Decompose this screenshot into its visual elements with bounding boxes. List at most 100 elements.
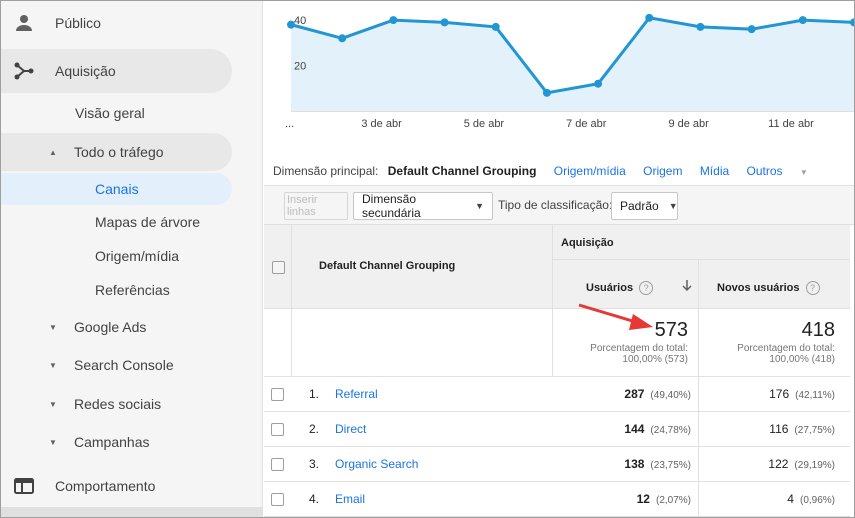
data-point[interactable] — [747, 25, 756, 34]
new-users-header: Novos usuários? — [717, 281, 820, 295]
sidebar-item-google-ads[interactable]: ▼ Google Ads — [1, 307, 263, 347]
triangle-down-icon: ▼ — [49, 437, 57, 447]
sidebar-item-label: Comportamento — [55, 478, 156, 494]
sidebar-item-campanhas[interactable]: ▼ Campanhas — [1, 422, 263, 462]
new-users-value: 122 (29,19%) — [768, 457, 835, 471]
sidebar-item-label: Aquisição — [55, 63, 116, 79]
header-checkbox-cell — [264, 225, 292, 309]
sidebar-item-comportamento[interactable]: Comportamento — [1, 466, 263, 506]
data-point[interactable] — [389, 16, 398, 25]
dimension-outros-dropdown[interactable]: Outros ▼ — [747, 164, 822, 178]
x-tick-label: ... — [285, 118, 294, 130]
data-point[interactable] — [542, 88, 551, 97]
data-point[interactable] — [338, 34, 347, 43]
dimension-header-cell: Default Channel Grouping — [292, 225, 553, 309]
data-point[interactable] — [287, 20, 295, 29]
data-point[interactable] — [440, 18, 449, 27]
sidebar-scroll-edge — [1, 507, 263, 517]
sidebar-item-redes-sociais[interactable]: ▼ Redes sociais — [1, 384, 263, 424]
x-tick-label: 11 de abr — [768, 118, 814, 130]
sidebar-item-todo-trafego[interactable]: ▲ Todo o tráfego — [1, 133, 232, 171]
line-chart: 40 20... 3 de abr 5 de abr 7 de abr 9 de abr 1… — [264, 1, 854, 151]
secondary-dimension-select[interactable]: Dimensão secundária ▼ — [353, 192, 493, 220]
new-users-number: 122 — [768, 457, 789, 471]
caret-down-icon: ▼ — [668, 201, 678, 211]
users-percent: (2,07%) — [655, 495, 691, 506]
row-checkbox[interactable] — [271, 423, 284, 436]
sidebar-item-referencias[interactable]: Referências — [1, 270, 263, 310]
new-users-value: 4 (0,96%) — [787, 492, 835, 506]
sort-type-select[interactable]: Padrão ▼ — [611, 192, 678, 220]
sidebar-item-canais[interactable]: Canais — [1, 173, 232, 205]
users-percent: (24,78%) — [650, 425, 691, 436]
new-users-value: 176 (42,11%) — [769, 387, 835, 401]
row-checkbox[interactable] — [271, 458, 284, 471]
triangle-down-icon: ▼ — [49, 399, 57, 409]
help-icon[interactable]: ? — [639, 281, 654, 295]
row-checkbox[interactable] — [271, 388, 284, 401]
channel-link[interactable]: Direct — [335, 422, 366, 436]
select-all-checkbox[interactable] — [272, 261, 285, 274]
table-row: 3. Organic Search 138 (23,75%) 122 (29,19%… — [264, 447, 854, 482]
help-icon[interactable]: ? — [805, 281, 820, 295]
data-point[interactable] — [645, 13, 654, 22]
sidebar-item-label: Visão geral — [75, 105, 145, 121]
vertical-scrollbar[interactable] — [850, 225, 854, 517]
table-row: 4. Email 12 (2,07%) 4 (0,96%) — [264, 482, 854, 517]
dimension-default-channel-grouping: Default Channel Grouping — [387, 164, 537, 178]
person-icon — [13, 12, 35, 34]
totals-new-users-cell: 418 Porcentagem do total: 100,00% (418) — [699, 309, 854, 377]
users-value: 138 (23,75%) — [624, 457, 691, 471]
series-area — [291, 17, 854, 111]
x-tick-label: 3 de abr — [361, 118, 402, 130]
sidebar-item-aquisicao[interactable]: Aquisição — [1, 49, 232, 93]
users-number: 12 — [636, 492, 650, 506]
users-number: 138 — [624, 457, 645, 471]
data-point[interactable] — [594, 79, 603, 88]
total-users-sub2: 100,00% (573) — [622, 354, 688, 365]
data-point[interactable] — [491, 22, 500, 31]
channel-link[interactable]: Organic Search — [335, 457, 418, 471]
new-users-column-header[interactable]: Novos usuários? — [699, 260, 854, 309]
channel-link[interactable]: Referral — [335, 387, 378, 401]
sidebar-item-label: Todo o tráfego — [74, 144, 164, 160]
insert-rows-button[interactable]: Inserir linhas — [284, 192, 348, 220]
total-new-sub2: 100,00% (418) — [769, 354, 835, 365]
acquisition-header: Aquisição — [561, 237, 614, 249]
data-point[interactable] — [696, 22, 705, 31]
sidebar-item-label: Google Ads — [74, 319, 147, 335]
chevron-down-icon: ▼ — [799, 168, 808, 177]
sort-desc-arrow-icon — [682, 280, 692, 292]
users-number: 144 — [624, 422, 645, 436]
dimension-origem-link[interactable]: Origem — [643, 164, 682, 178]
users-number: 287 — [624, 387, 645, 401]
channels-table: Default Channel Grouping Aquisição Usuár… — [264, 225, 854, 517]
new-users-number: 116 — [769, 422, 789, 436]
row-checkbox[interactable] — [271, 493, 284, 506]
sort-type-value: Padrão — [620, 199, 659, 213]
red-arrow-annotation — [578, 303, 653, 330]
users-value: 12 (2,07%) — [637, 492, 691, 506]
triangle-down-icon: ▼ — [49, 322, 57, 332]
sidebar-item-search-console[interactable]: ▼ Search Console — [1, 345, 263, 385]
data-point[interactable] — [798, 16, 807, 25]
arrow-shaft — [578, 303, 640, 325]
totals-spacer — [264, 309, 292, 377]
new-users-number: 176 — [769, 387, 790, 401]
sidebar-item-label: Mapas de árvore — [95, 214, 201, 230]
new-users-percent: (0,96%) — [799, 495, 835, 506]
sidebar-item-label: Público — [55, 15, 101, 31]
totals-label-cell — [292, 309, 553, 377]
sidebar-item-label: Canais — [95, 181, 139, 197]
row-rank: 2. — [309, 422, 320, 436]
outros-label: Outros — [746, 164, 783, 178]
dimension-origem-midia-link[interactable]: Origem/mídia — [554, 164, 626, 178]
sidebar-item-visao-geral[interactable]: Visão geral — [1, 93, 263, 133]
x-tick-label: 7 de abr — [566, 118, 607, 130]
row-rank: 1. — [309, 387, 320, 401]
dimension-midia-link[interactable]: Mídia — [700, 164, 729, 178]
new-users-value: 116 (27,75%) — [769, 422, 835, 436]
table-row: 1. Referral 287 (49,40%) 176 (42,11%) — [264, 377, 854, 412]
channel-link[interactable]: Email — [335, 492, 365, 506]
sidebar-item-publico[interactable]: Público — [1, 3, 263, 43]
